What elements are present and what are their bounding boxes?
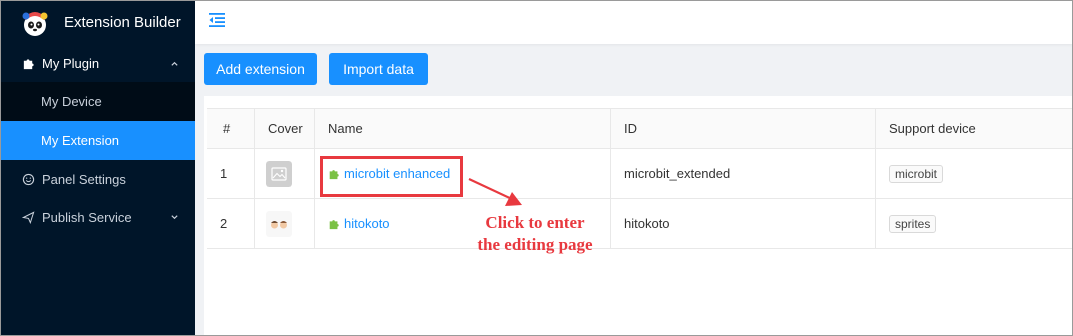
send-icon xyxy=(22,210,35,224)
menu-publish-service[interactable]: Publish Service xyxy=(0,198,195,236)
arrow-icon xyxy=(468,178,522,206)
col-header-index: # xyxy=(223,121,231,136)
extension-table: # Cover Name ID Support device 1 microbi… xyxy=(204,96,1073,336)
menu-panel-settings[interactable]: Panel Settings xyxy=(0,160,195,198)
col-header-name: Name xyxy=(328,121,363,136)
sidebar: Extension Builder My Plugin My Device My… xyxy=(0,0,195,336)
highlight-box xyxy=(320,156,463,197)
extension-id: hitokoto xyxy=(624,216,670,231)
annotation-line-2: the editing page xyxy=(477,235,593,254)
menu-my-extension[interactable]: My Extension xyxy=(0,121,195,160)
faces-icon xyxy=(266,211,292,237)
header-bar xyxy=(195,0,1073,44)
image-placeholder-icon xyxy=(266,161,292,187)
menu-label: Panel Settings xyxy=(42,171,126,187)
col-header-device: Support device xyxy=(889,121,976,136)
table-header: # Cover Name ID Support device xyxy=(207,108,1073,149)
device-cell: microbit xyxy=(889,149,944,198)
import-data-button[interactable]: Import data xyxy=(329,53,428,85)
row-index: 1 xyxy=(220,166,228,181)
add-extension-button[interactable]: Add extension xyxy=(204,53,317,85)
col-header-id: ID xyxy=(624,121,637,136)
smile-icon xyxy=(22,173,35,185)
table-row[interactable]: 2 hitokoto hitokoto sprites xyxy=(207,199,1073,249)
menu-label: Publish Service xyxy=(42,209,132,225)
annotation-callout: Click to enter the editing page xyxy=(466,212,604,256)
extension-name: hitokoto xyxy=(344,216,390,231)
submenu-my-plugin: My Device My Extension xyxy=(0,82,195,160)
device-cell: sprites xyxy=(889,199,937,248)
col-header-cover: Cover xyxy=(268,121,303,136)
extension-id: microbit_extended xyxy=(624,166,731,181)
panda-logo-icon xyxy=(22,11,48,36)
menu-label: My Device xyxy=(41,94,102,109)
extension-name-link[interactable]: hitokoto xyxy=(328,199,390,248)
menu-my-plugin[interactable]: My Plugin xyxy=(0,45,195,82)
brand[interactable]: Extension Builder xyxy=(0,0,195,45)
app-title: Extension Builder xyxy=(64,14,181,31)
menu-fold-icon[interactable] xyxy=(208,11,226,29)
menu-label: My Extension xyxy=(41,133,120,148)
device-tag: sprites xyxy=(889,214,937,233)
chevron-down-icon xyxy=(171,215,178,220)
puzzle-icon xyxy=(23,59,34,70)
row-index: 2 xyxy=(220,216,228,231)
puzzle-icon xyxy=(329,219,339,229)
menu-label: My Plugin xyxy=(42,56,100,71)
annotation-line-1: Click to enter xyxy=(485,213,585,232)
device-tag: microbit xyxy=(889,164,944,183)
menu-my-device[interactable]: My Device xyxy=(0,82,195,121)
chevron-up-icon xyxy=(171,61,178,66)
